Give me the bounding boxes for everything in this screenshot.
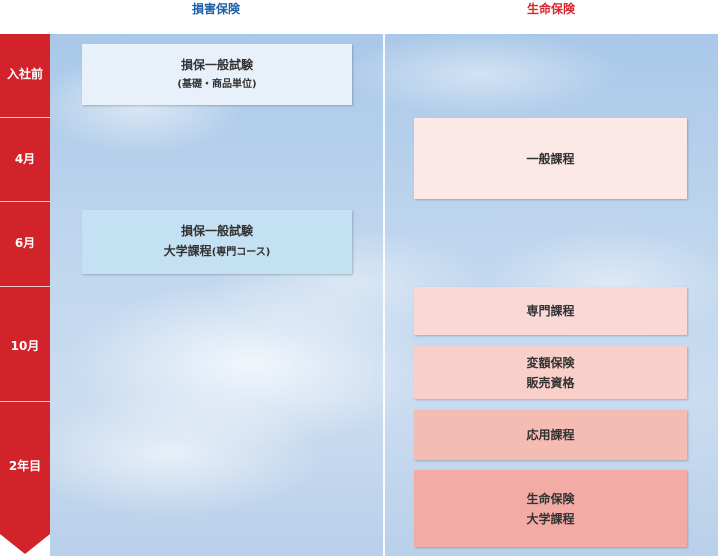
timeline-separator bbox=[0, 286, 50, 287]
period-label-second-year: 2年目 bbox=[8, 459, 42, 473]
period-label-june: 6月 bbox=[14, 236, 36, 250]
life-applied-course-box: 応用課程 bbox=[414, 410, 687, 460]
period-label-april: 4月 bbox=[14, 152, 36, 166]
life-specialist-course-box: 専門課程 bbox=[414, 287, 687, 335]
period-label-before-joining: 入社前 bbox=[6, 67, 43, 81]
box-title: 一般課程 bbox=[526, 151, 575, 166]
box-title: 専門課程 bbox=[526, 304, 575, 318]
box-subtitle-main: 大学課程 bbox=[163, 244, 212, 258]
box-subtitle: 大学課程(専門コース) bbox=[164, 241, 271, 263]
box-subtitle: 大学課程 bbox=[526, 511, 575, 526]
box-title: 応用課程 bbox=[526, 428, 575, 442]
life-general-course-box: 一般課程 bbox=[414, 118, 687, 199]
timeline-separator bbox=[0, 117, 50, 118]
life-variable-insurance-box: 変額保険 販売資格 bbox=[414, 346, 687, 399]
box-subtitle: 販売資格 bbox=[526, 375, 575, 390]
timeline-separator bbox=[0, 401, 50, 402]
box-title: 変額保険 bbox=[526, 355, 575, 370]
box-title: 損保一般試験 bbox=[180, 57, 253, 72]
nonlife-general-exam-box: 損保一般試験 (基礎・商品単位) bbox=[82, 44, 352, 105]
timeline-separator bbox=[0, 201, 50, 202]
box-subtitle-note: (専門コース) bbox=[211, 247, 271, 258]
box-title: 生命保険 bbox=[526, 491, 575, 506]
period-label-october: 10月 bbox=[10, 339, 40, 353]
nonlife-university-course-box: 損保一般試験 大学課程(専門コース) bbox=[82, 210, 352, 274]
life-university-course-box: 生命保険 大学課程 bbox=[414, 470, 687, 547]
timeline-bar bbox=[0, 34, 50, 554]
box-title: 損保一般試験 bbox=[180, 224, 253, 238]
column-divider bbox=[383, 34, 385, 556]
nonlife-column-header: 損害保険 bbox=[191, 2, 240, 16]
life-column-header: 生命保険 bbox=[526, 2, 575, 16]
box-subtitle: (基礎・商品単位) bbox=[177, 78, 257, 90]
